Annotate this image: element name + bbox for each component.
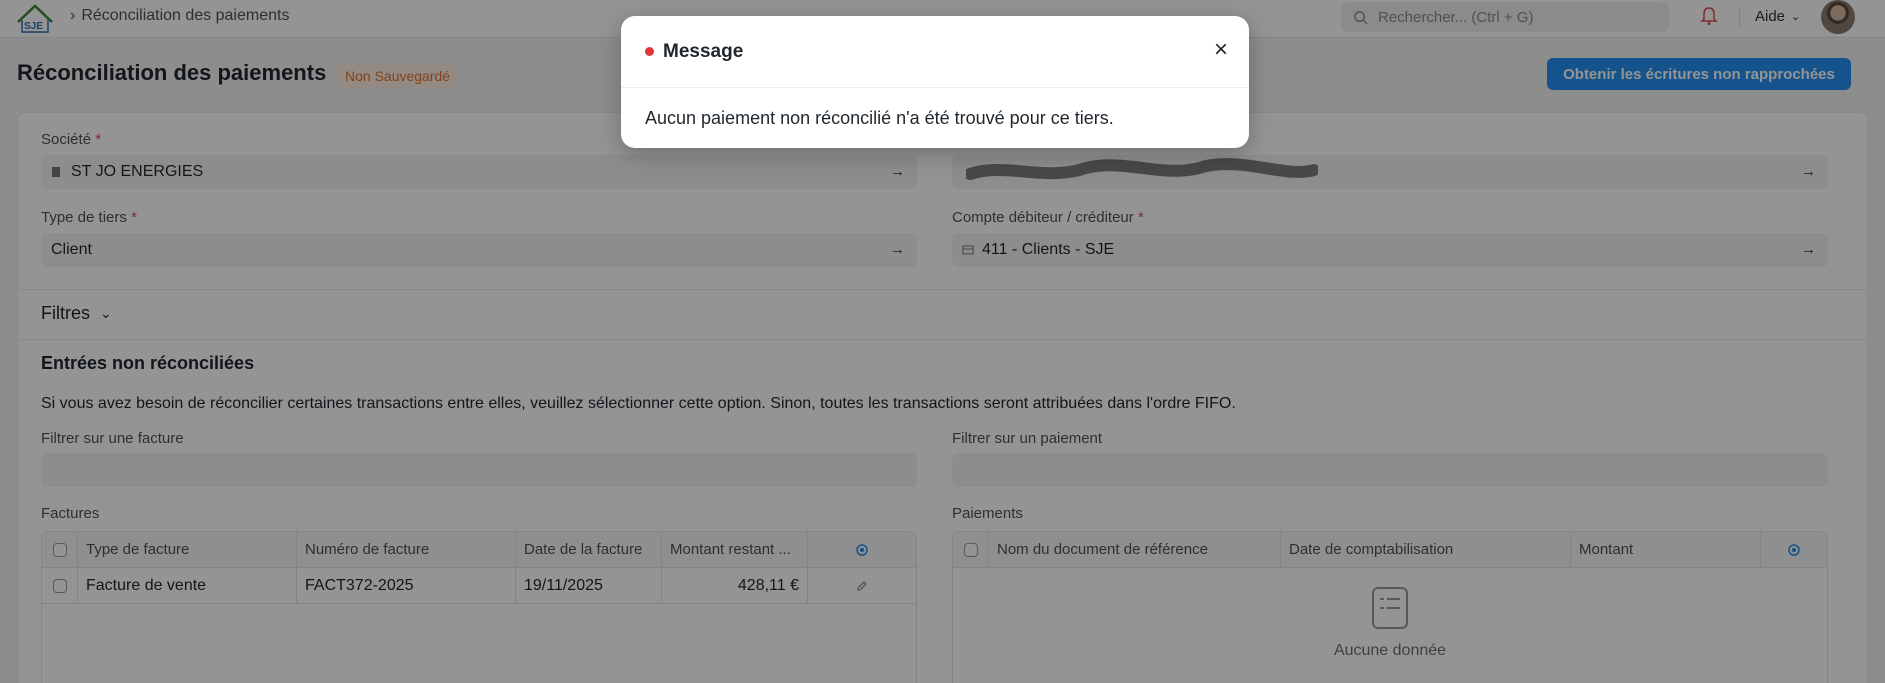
- message-dialog: Message × Aucun paiement non réconcilié …: [621, 16, 1249, 148]
- indicator-dot: [645, 47, 654, 56]
- dialog-message: Aucun paiement non réconcilié n'a été tr…: [645, 108, 1114, 128]
- close-icon[interactable]: ×: [1209, 36, 1233, 63]
- dialog-header: Message: [621, 16, 1249, 88]
- dialog-title: Message: [663, 40, 744, 62]
